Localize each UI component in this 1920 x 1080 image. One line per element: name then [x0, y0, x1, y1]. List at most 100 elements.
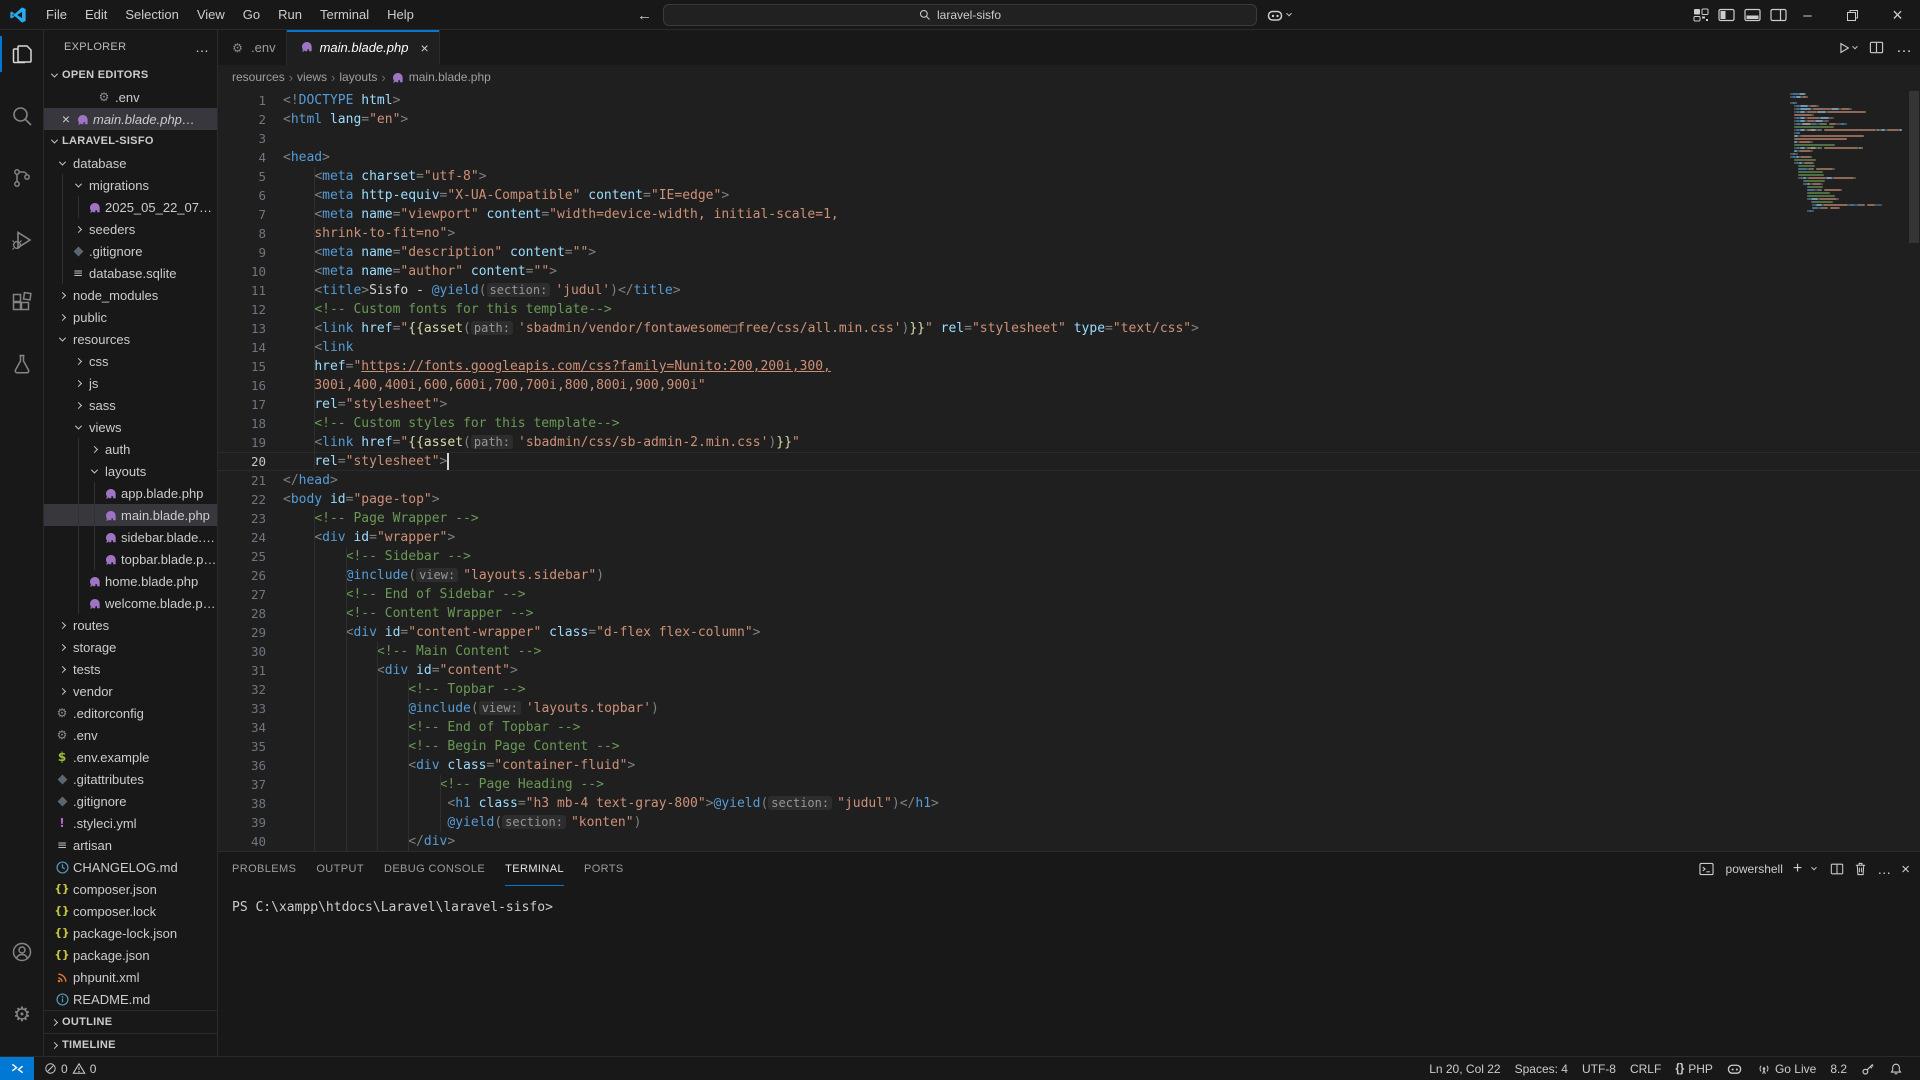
activity-search-icon[interactable]: [0, 92, 44, 140]
copilot-button[interactable]: [1267, 4, 1291, 26]
menu-help[interactable]: Help: [378, 7, 423, 22]
tree-folder-migrations[interactable]: migrations: [44, 174, 217, 196]
code-line-13[interactable]: 13 <link href="{{asset(path:'sbadmin/ven…: [218, 319, 1920, 338]
code-line-8[interactable]: 8 shrink-to-fit=no">: [218, 224, 1920, 243]
tree-file-phpunit.xml[interactable]: phpunit.xml: [44, 966, 217, 988]
code-line-11[interactable]: 11 <title>Sisfo - @yield(section:'judul'…: [218, 281, 1920, 300]
status-indentation[interactable]: Spaces: 4: [1510, 1058, 1573, 1080]
code-line-29[interactable]: 29 <div id="content-wrapper" class="d-fl…: [218, 623, 1920, 642]
terminal-output[interactable]: PS C:\xampp\htdocs\Laravel\laravel-sisfo…: [218, 886, 1920, 915]
remote-indicator[interactable]: [0, 1057, 34, 1080]
tree-folder-auth[interactable]: auth: [44, 438, 217, 460]
new-terminal-button[interactable]: +: [1793, 860, 1802, 878]
code-line-21[interactable]: 21</head>: [218, 471, 1920, 490]
close-button[interactable]: ×: [1875, 0, 1920, 30]
tree-file-main.blade.php[interactable]: main.blade.php: [44, 504, 217, 526]
tree-folder-views[interactable]: views: [44, 416, 217, 438]
code-line-28[interactable]: 28 <!-- Content Wrapper -->: [218, 604, 1920, 623]
code-line-17[interactable]: 17 rel="stylesheet">: [218, 395, 1920, 414]
panel-tab-ports[interactable]: PORTS: [584, 852, 624, 886]
code-line-33[interactable]: 33 @include(view:'layouts.topbar'): [218, 699, 1920, 718]
code-line-31[interactable]: 31 <div id="content">: [218, 661, 1920, 680]
code-line-27[interactable]: 27 <!-- End of Sidebar -->: [218, 585, 1920, 604]
tree-file-composer.lock[interactable]: {}composer.lock: [44, 900, 217, 922]
section-outline[interactable]: OUTLINE: [44, 1010, 217, 1033]
tree-file-package.json[interactable]: {}package.json: [44, 944, 217, 966]
code-line-40[interactable]: 40 </div>: [218, 832, 1920, 851]
customize-layout-icon[interactable]: [1693, 7, 1709, 23]
tree-file-composer.json[interactable]: {}composer.json: [44, 878, 217, 900]
tree-folder-public[interactable]: public: [44, 306, 217, 328]
toggle-primary-sidebar-icon[interactable]: [1718, 7, 1735, 23]
code-line-32[interactable]: 32 <!-- Topbar -->: [218, 680, 1920, 699]
tree-file-welcome.blade.php[interactable]: welcome.blade.php: [44, 592, 217, 614]
menu-view[interactable]: View: [188, 7, 234, 22]
tree-file-.env.example[interactable]: $.env.example: [44, 746, 217, 768]
close-panel-button[interactable]: ×: [1901, 861, 1910, 878]
tree-file-.gitattributes[interactable]: .gitattributes: [44, 768, 217, 790]
code-editor[interactable]: 1<!DOCTYPE html>2<html lang="en">34<head…: [218, 89, 1920, 851]
command-center-search[interactable]: laravel-sisfo: [663, 4, 1257, 26]
code-line-30[interactable]: 30 <!-- Main Content -->: [218, 642, 1920, 661]
tree-file-.env[interactable]: ⚙.env: [44, 724, 217, 746]
tree-folder-seeders[interactable]: seeders: [44, 218, 217, 240]
tree-file-.gitignore[interactable]: .gitignore: [44, 790, 217, 812]
status-cursor-position[interactable]: Ln 20, Col 22: [1424, 1058, 1505, 1080]
tree-file-topbar.blade.php[interactable]: topbar.blade.php: [44, 548, 217, 570]
split-editor-button[interactable]: [1869, 40, 1884, 55]
activity-explorer-icon[interactable]: [0, 30, 44, 78]
status-php-version[interactable]: 8.2: [1825, 1058, 1852, 1080]
tree-folder-tests[interactable]: tests: [44, 658, 217, 680]
restore-button[interactable]: [1830, 0, 1875, 30]
run-button[interactable]: [1837, 41, 1857, 55]
close-icon[interactable]: ×: [420, 40, 428, 56]
menu-run[interactable]: Run: [269, 7, 311, 22]
editor-scrollbar[interactable]: [1909, 91, 1919, 243]
tree-folder-resources[interactable]: resources: [44, 328, 217, 350]
open-editors-section-header[interactable]: OPEN EDITORS: [44, 64, 217, 86]
tree-folder-database[interactable]: database: [44, 152, 217, 174]
code-line-3[interactable]: 3: [218, 129, 1920, 148]
code-line-36[interactable]: 36 <div class="container-fluid">: [218, 756, 1920, 775]
activity-source-control-icon[interactable]: [0, 154, 44, 202]
status-encoding[interactable]: UTF-8: [1577, 1058, 1621, 1080]
code-line-23[interactable]: 23 <!-- Page Wrapper -->: [218, 509, 1920, 528]
code-line-2[interactable]: 2<html lang="en">: [218, 110, 1920, 129]
tree-folder-routes[interactable]: routes: [44, 614, 217, 636]
tree-folder-sass[interactable]: sass: [44, 394, 217, 416]
code-line-25[interactable]: 25 <!-- Sidebar -->: [218, 547, 1920, 566]
activity-accounts-icon[interactable]: [0, 928, 44, 976]
minimize-button[interactable]: –: [1785, 0, 1830, 30]
code-line-1[interactable]: 1<!DOCTYPE html>: [218, 91, 1920, 110]
activity-settings-icon[interactable]: ⚙: [0, 990, 44, 1038]
tree-file-.gitignore[interactable]: .gitignore: [44, 240, 217, 262]
code-line-38[interactable]: 38 <h1 class="h3 mb-4 text-gray-800">@yi…: [218, 794, 1920, 813]
tree-file-readme.md[interactable]: README.md: [44, 988, 217, 1010]
code-line-26[interactable]: 26 @include(view:"layouts.sidebar"): [218, 566, 1920, 585]
breadcrumb-item-layouts[interactable]: layouts: [339, 70, 377, 84]
shell-label[interactable]: powershell: [1726, 862, 1783, 876]
code-line-7[interactable]: 7 <meta name="viewport" content="width=d…: [218, 205, 1920, 224]
code-line-14[interactable]: 14 <link: [218, 338, 1920, 357]
code-line-16[interactable]: 16 300i,400,400i,600,600i,700,700i,800,8…: [218, 376, 1920, 395]
code-line-18[interactable]: 18 <!-- Custom styles for this template-…: [218, 414, 1920, 433]
terminal-dropdown-icon[interactable]: [1811, 865, 1817, 871]
kill-terminal-trash-button[interactable]: [1854, 862, 1867, 876]
problems-indicator[interactable]: 0 0: [44, 1062, 96, 1076]
menu-terminal[interactable]: Terminal: [311, 7, 378, 22]
panel-more-actions-button[interactable]: …: [1877, 866, 1891, 872]
editor-more-actions-button[interactable]: …: [1896, 45, 1912, 51]
code-line-39[interactable]: 39 @yield(section:"konten"): [218, 813, 1920, 832]
tree-file-home.blade.php[interactable]: home.blade.php: [44, 570, 217, 592]
code-line-12[interactable]: 12 <!-- Custom fonts for this template--…: [218, 300, 1920, 319]
code-line-20[interactable]: 20 rel="stylesheet">: [218, 452, 1920, 471]
tree-file-sidebar.blade.php[interactable]: sidebar.blade.php: [44, 526, 217, 548]
menu-file[interactable]: File: [37, 7, 76, 22]
code-line-37[interactable]: 37 <!-- Page Heading -->: [218, 775, 1920, 794]
tree-folder-storage[interactable]: storage: [44, 636, 217, 658]
code-line-4[interactable]: 4<head>: [218, 148, 1920, 167]
status-notifications[interactable]: [1884, 1058, 1908, 1080]
minimap[interactable]: [1786, 89, 1906, 851]
tree-file-app.blade.php[interactable]: app.blade.php: [44, 482, 217, 504]
tab-.env[interactable]: ⚙.env: [218, 30, 287, 65]
